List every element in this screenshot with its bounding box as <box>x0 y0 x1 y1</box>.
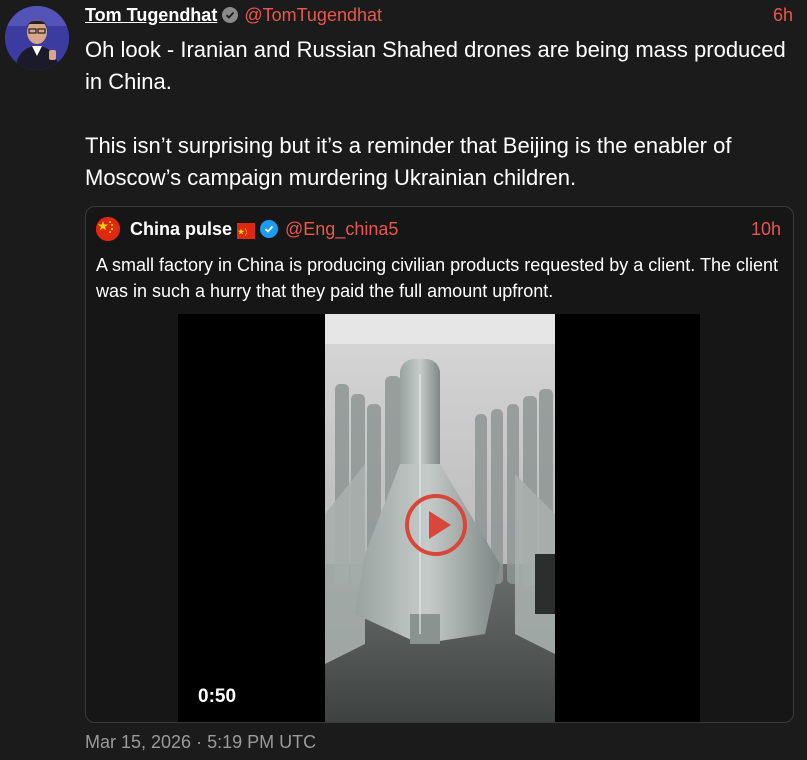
play-icon <box>405 494 467 556</box>
quoted-tweet-header: China pulse @Eng_china5 10h <box>96 217 781 241</box>
quoted-author-handle[interactable]: @Eng_china5 <box>285 219 398 240</box>
author-name[interactable]: Tom Tugendhat <box>85 3 217 27</box>
play-button[interactable] <box>405 494 467 556</box>
blue-verified-check-icon <box>260 220 279 238</box>
quoted-author-avatar[interactable] <box>96 217 120 241</box>
tweet-paragraph: This isn’t surprising but it’s a reminde… <box>85 133 732 190</box>
tweet-timestamp[interactable]: Mar 15, 2026 · 5:19 PM UTC <box>85 732 316 753</box>
quoted-tweet-time[interactable]: 10h <box>751 219 781 240</box>
tweet-time[interactable]: 6h <box>773 3 793 27</box>
video-player[interactable]: 0:50 <box>178 314 700 722</box>
tweet-paragraph: Oh look - Iranian and Russian Shahed dro… <box>85 37 786 94</box>
tweet-header: Tom Tugendhat @TomTugendhat 6h <box>85 3 793 27</box>
quoted-author-name[interactable]: China pulse <box>130 219 232 240</box>
author-avatar[interactable] <box>5 6 69 70</box>
video-duration: 0:50 <box>198 686 237 707</box>
china-flag-icon <box>237 223 256 239</box>
gray-verified-check-icon <box>222 7 239 23</box>
quoted-tweet[interactable]: China pulse @Eng_china5 10h A small fact… <box>85 206 794 723</box>
quoted-tweet-text: A small factory in China is producing ci… <box>96 255 779 301</box>
author-handle[interactable]: @TomTugendhat <box>244 3 382 27</box>
tweet-text: Oh look - Iranian and Russian Shahed dro… <box>85 34 795 194</box>
